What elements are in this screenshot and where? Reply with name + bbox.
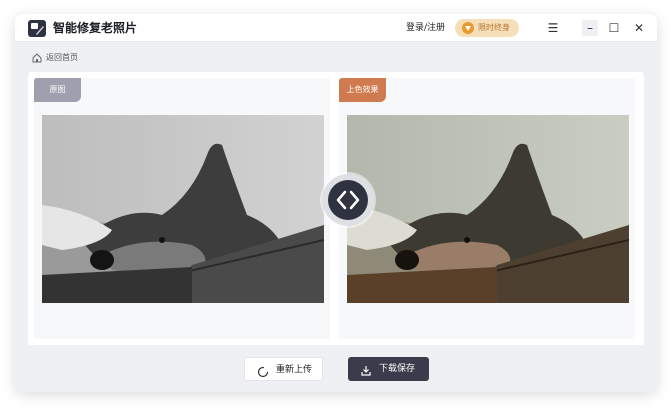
vip-label: 限时终身: [478, 23, 510, 32]
app-logo-icon: [28, 20, 46, 37]
compare-slider-handle[interactable]: [322, 174, 374, 226]
colorized-tag: 上色效果: [339, 78, 386, 102]
vip-button[interactable]: 限时终身: [455, 19, 519, 37]
original-panel: 原图: [34, 78, 330, 339]
left-right-arrows-icon: [328, 180, 368, 220]
app-title: 智能修复老照片: [53, 21, 138, 35]
download-save-button[interactable]: 下载保存: [348, 357, 429, 381]
menu-icon[interactable]: ☰: [545, 20, 561, 36]
back-home-label: 返回首页: [46, 53, 78, 62]
original-photo: [42, 115, 324, 303]
refresh-icon: [257, 364, 269, 388]
download-save-label: 下载保存: [379, 364, 416, 374]
minimize-button[interactable]: –: [582, 20, 598, 36]
close-button[interactable]: ✕: [631, 20, 647, 36]
original-tag: 原图: [34, 78, 81, 102]
download-icon: [360, 363, 372, 387]
reupload-button[interactable]: 重新上传: [244, 357, 323, 381]
app-window: 智能修复老照片 登录/注册 限时终身 ☰ – ☐ ✕ 返回首页 原图 上色效果 …: [15, 14, 657, 392]
login-register-link[interactable]: 登录/注册: [406, 22, 445, 34]
colorized-panel: 上色效果: [339, 78, 635, 339]
maximize-button[interactable]: ☐: [606, 20, 622, 36]
title-bar: 智能修复老照片 登录/注册 限时终身 ☰ – ☐ ✕: [15, 14, 657, 42]
gem-icon: [462, 22, 474, 34]
reupload-label: 重新上传: [276, 365, 313, 375]
home-icon: [32, 53, 42, 67]
compare-area: 原图 上色效果: [28, 72, 644, 345]
colorized-photo: [347, 115, 629, 303]
